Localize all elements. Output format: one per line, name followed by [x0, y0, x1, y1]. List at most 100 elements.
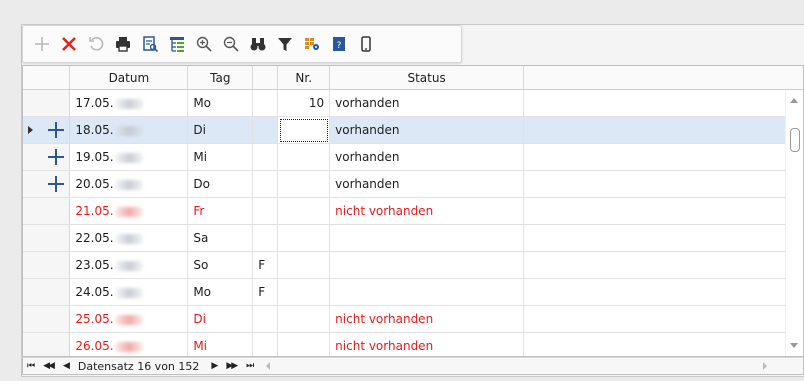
scroll-right-icon[interactable]	[763, 362, 767, 370]
cell-nr[interactable]	[277, 143, 331, 171]
cell-datum[interactable]: 18.05.	[69, 116, 189, 144]
cell-flag[interactable]	[252, 143, 279, 171]
cell-status[interactable]: vorhanden	[329, 143, 524, 171]
cell-status[interactable]	[329, 251, 524, 279]
cell-tag[interactable]: Di	[187, 116, 254, 144]
cell-tag[interactable]: Mo	[187, 278, 254, 306]
row-indicator[interactable]	[23, 89, 71, 117]
cell-flag[interactable]	[252, 305, 279, 333]
next-page-button[interactable]: ▶▶	[226, 361, 238, 371]
previous-record-button[interactable]: ◀	[63, 361, 70, 371]
table-row[interactable]: 24.05. Mo F	[23, 278, 803, 306]
filter-button[interactable]	[272, 31, 298, 57]
cell-tag[interactable]: Do	[187, 170, 254, 198]
row-indicator[interactable]	[23, 224, 71, 252]
grid-settings-button[interactable]	[299, 31, 325, 57]
column-header-flag[interactable]	[252, 66, 279, 90]
cell-nr[interactable]: 10	[277, 89, 331, 117]
row-indicator[interactable]	[23, 332, 71, 356]
cell-status[interactable]	[329, 278, 524, 306]
cell-flag[interactable]	[252, 332, 279, 356]
expand-plus-icon[interactable]	[48, 176, 64, 192]
vertical-scrollbar[interactable]	[785, 90, 803, 356]
cell-nr[interactable]	[277, 251, 331, 279]
find-button[interactable]	[245, 31, 271, 57]
scroll-up-icon[interactable]	[790, 98, 798, 103]
cell-flag[interactable]	[252, 89, 279, 117]
cell-flag[interactable]: F	[252, 251, 279, 279]
cell-status[interactable]: nicht vorhanden	[329, 305, 524, 333]
column-header-status[interactable]: Status	[329, 66, 524, 90]
table-row[interactable]: 22.05. Sa	[23, 224, 803, 252]
row-indicator[interactable]	[23, 116, 71, 144]
cell-flag[interactable]	[252, 197, 279, 225]
cell-status[interactable]: nicht vorhanden	[329, 197, 524, 225]
cell-datum[interactable]: 23.05.	[69, 251, 189, 279]
table-row[interactable]: 23.05. So F	[23, 251, 803, 279]
scrollbar-thumb[interactable]	[790, 128, 800, 152]
previous-page-button[interactable]: ◀◀	[43, 361, 55, 371]
cell-tag[interactable]: Mi	[187, 332, 254, 356]
table-row[interactable]: 25.05. Di nicht vorhanden	[23, 305, 803, 333]
cell-datum[interactable]: 19.05.	[69, 143, 189, 171]
row-indicator[interactable]	[23, 278, 71, 306]
cell-tag[interactable]: Mo	[187, 89, 254, 117]
cell-status[interactable]: vorhanden	[329, 116, 524, 144]
cell-nr[interactable]	[277, 332, 331, 356]
table-row[interactable]: 26.05. Mi nicht vorhanden	[23, 332, 803, 356]
cell-datum[interactable]: 21.05.	[69, 197, 189, 225]
last-record-button[interactable]: ⏭	[246, 361, 254, 371]
cell-datum[interactable]: 26.05.	[69, 332, 189, 356]
cell-datum[interactable]: 22.05.	[69, 224, 189, 252]
table-row[interactable]: 21.05. Fr nicht vorhanden	[23, 197, 803, 225]
cell-datum[interactable]: 25.05.	[69, 305, 189, 333]
table-row[interactable]: 17.05. Mo 10 vorhanden	[23, 89, 803, 117]
next-record-button[interactable]: ▶	[211, 361, 218, 371]
tree-view-button[interactable]	[164, 31, 190, 57]
scroll-down-icon[interactable]	[790, 343, 798, 348]
row-indicator[interactable]	[23, 197, 71, 225]
cell-nr[interactable]	[277, 116, 331, 144]
expand-plus-icon[interactable]	[48, 149, 64, 165]
column-header-nr[interactable]: Nr.	[277, 66, 331, 90]
table-row[interactable]: 19.05. Mi vorhanden	[23, 143, 803, 171]
row-indicator[interactable]	[23, 170, 71, 198]
cell-datum[interactable]: 24.05.	[69, 278, 189, 306]
cell-flag[interactable]	[252, 224, 279, 252]
cell-status[interactable]: nicht vorhanden	[329, 332, 524, 356]
add-button[interactable]	[29, 31, 55, 57]
cell-datum[interactable]: 17.05.	[69, 89, 189, 117]
cell-nr[interactable]	[277, 224, 331, 252]
table-row[interactable]: 20.05. Do vorhanden	[23, 170, 803, 198]
cell-status[interactable]: vorhanden	[329, 170, 524, 198]
cell-tag[interactable]: Mi	[187, 143, 254, 171]
cell-tag[interactable]: Di	[187, 305, 254, 333]
cell-tag[interactable]: Fr	[187, 197, 254, 225]
scroll-left-icon[interactable]	[266, 362, 271, 370]
cell-nr[interactable]	[277, 197, 331, 225]
cell-nr[interactable]	[277, 170, 331, 198]
cell-datum[interactable]: 20.05.	[69, 170, 189, 198]
cell-tag[interactable]: Sa	[187, 224, 254, 252]
print-button[interactable]	[110, 31, 136, 57]
print-preview-button[interactable]	[137, 31, 163, 57]
row-indicator[interactable]	[23, 143, 71, 171]
help-button[interactable]: ?	[326, 31, 352, 57]
column-header-tag[interactable]: Tag	[187, 66, 254, 90]
cell-nr[interactable]	[277, 305, 331, 333]
zoom-out-button[interactable]	[218, 31, 244, 57]
cell-flag[interactable]: F	[252, 278, 279, 306]
cell-tag[interactable]: So	[187, 251, 254, 279]
first-record-button[interactable]: ⏮	[27, 361, 35, 371]
cell-flag[interactable]	[252, 116, 279, 144]
cell-status[interactable]: vorhanden	[329, 89, 524, 117]
zoom-in-button[interactable]	[191, 31, 217, 57]
table-row[interactable]: 18.05. Di vorhanden	[23, 116, 803, 144]
delete-button[interactable]	[56, 31, 82, 57]
row-indicator[interactable]	[23, 305, 71, 333]
expand-plus-icon[interactable]	[48, 122, 64, 138]
row-indicator[interactable]	[23, 251, 71, 279]
cell-nr[interactable]	[277, 278, 331, 306]
cell-flag[interactable]	[252, 170, 279, 198]
mobile-view-button[interactable]	[353, 31, 379, 57]
